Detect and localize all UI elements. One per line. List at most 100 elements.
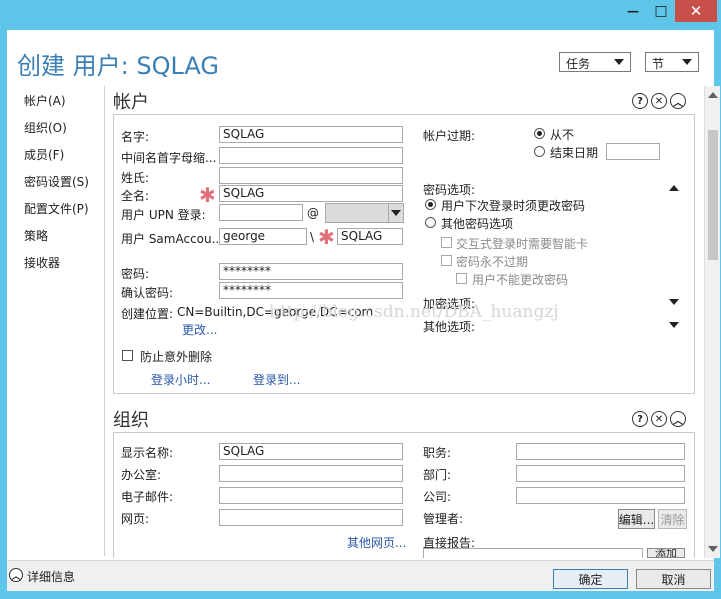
cancel-button[interactable]: 取消 xyxy=(636,569,711,589)
never-expire-label: 密码永不过期 xyxy=(456,255,529,269)
other-options-radio[interactable] xyxy=(425,217,436,228)
expires-never-label: 从不 xyxy=(550,128,575,142)
clear-manager-button[interactable]: 清除 xyxy=(658,509,687,529)
collapse-icon[interactable]: ︿ xyxy=(670,411,686,427)
window: — □ ✕ 创建 用户: SQLAG 任务 节 帐户(A) 组织(O) 成员(F… xyxy=(0,0,721,599)
add-direct-report-button[interactable]: 添加 xyxy=(647,548,685,558)
sam-label: 用户 SamAccou... xyxy=(121,232,224,246)
office-field[interactable] xyxy=(219,465,403,482)
password-field[interactable]: ******** xyxy=(219,263,403,280)
nav-item-policy[interactable]: 策略 xyxy=(24,227,48,244)
email-label: 电子邮件: xyxy=(121,490,174,504)
close-section-icon[interactable]: ✕ xyxy=(651,93,667,109)
webpage-label: 网页: xyxy=(121,512,150,526)
last-name-field[interactable] xyxy=(219,167,403,184)
maximize-button[interactable]: □ xyxy=(647,0,675,22)
cannot-change-checkbox[interactable] xyxy=(456,273,467,284)
sections-label: 节 xyxy=(652,57,665,71)
close-icon: ✕ xyxy=(689,2,703,20)
scroll-up-icon[interactable] xyxy=(708,92,718,98)
password-label: 密码: xyxy=(121,267,150,281)
last-name-label: 姓氏: xyxy=(121,171,150,185)
never-expire-checkbox[interactable] xyxy=(441,255,452,266)
scrollbar[interactable] xyxy=(704,86,720,558)
password-options-label: 密码选项: xyxy=(423,183,476,197)
protect-deletion-checkbox[interactable] xyxy=(122,350,133,361)
expand-arrow-icon[interactable] xyxy=(669,299,679,305)
chevron-down-icon xyxy=(614,59,624,65)
edit-manager-button[interactable]: 编辑... xyxy=(618,509,655,529)
create-location-label: 创建位置: xyxy=(121,307,174,321)
close-button[interactable]: ✕ xyxy=(675,0,717,22)
sam-name-field[interactable]: SQLAG xyxy=(337,228,403,245)
webpage-field[interactable] xyxy=(219,509,403,526)
office-label: 办公室: xyxy=(121,468,162,482)
initials-field[interactable] xyxy=(219,147,403,164)
nav-item-organization[interactable]: 组织(O) xyxy=(24,119,67,136)
page-title: 创建 用户: SQLAG xyxy=(17,52,219,80)
tasks-label: 任务 xyxy=(566,57,591,71)
must-change-radio[interactable] xyxy=(425,199,436,210)
first-name-field[interactable]: SQLAG xyxy=(219,126,403,143)
collapse-icon[interactable]: ︿ xyxy=(670,93,686,109)
ok-button[interactable]: 确定 xyxy=(553,569,628,589)
confirm-password-field[interactable]: ******** xyxy=(219,282,403,299)
full-name-label: 全名: xyxy=(121,189,150,203)
display-name-label: 显示名称: xyxy=(121,446,174,460)
smartcard-checkbox[interactable] xyxy=(441,237,452,248)
protect-deletion-label: 防止意外删除 xyxy=(140,350,213,364)
nav-item-password-settings[interactable]: 密码设置(S) xyxy=(24,173,89,190)
collapse-arrow-icon[interactable] xyxy=(669,185,679,191)
company-label: 公司: xyxy=(423,490,452,504)
nav-item-profile[interactable]: 配置文件(P) xyxy=(24,200,89,217)
nav-item-receiver[interactable]: 接收器 xyxy=(24,254,60,271)
job-title-field[interactable] xyxy=(516,443,685,460)
nav-item-member-of[interactable]: 成员(F) xyxy=(24,146,64,163)
backslash-label: \ xyxy=(310,230,315,244)
sections-dropdown[interactable]: 节 xyxy=(645,52,699,72)
logon-to-link[interactable]: 登录到... xyxy=(253,371,300,388)
expires-end-date-radio[interactable] xyxy=(534,146,545,157)
company-field[interactable] xyxy=(516,487,685,504)
help-icon[interactable]: ? xyxy=(632,411,648,427)
direct-reports-list[interactable] xyxy=(423,548,643,558)
display-name-field[interactable]: SQLAG xyxy=(219,443,403,460)
logon-hours-link[interactable]: 登录小时... xyxy=(151,371,210,388)
minimize-icon: — xyxy=(627,4,639,18)
full-name-field[interactable]: SQLAG xyxy=(219,185,403,202)
department-field[interactable] xyxy=(516,465,685,482)
upn-field[interactable] xyxy=(219,204,303,221)
close-section-icon[interactable]: ✕ xyxy=(651,411,667,427)
help-icon[interactable]: ? xyxy=(632,93,648,109)
dialog-client: 创建 用户: SQLAG 任务 节 帐户(A) 组织(O) 成员(F) 密码设置… xyxy=(7,30,720,591)
confirm-password-label: 确认密码: xyxy=(121,286,174,300)
watermark: http://blog.csdn.net/DBA_huangzj xyxy=(269,302,559,322)
sam-domain-field[interactable]: george xyxy=(219,228,307,245)
minimize-button[interactable]: — xyxy=(619,0,647,22)
initials-label: 中间名首字母缩... xyxy=(121,151,217,165)
expires-never-radio[interactable] xyxy=(534,128,545,139)
expand-details-icon[interactable]: ︿ xyxy=(9,568,23,582)
account-expires-label: 帐户过期: xyxy=(423,129,476,143)
department-label: 部门: xyxy=(423,468,452,482)
chevron-down-icon xyxy=(391,210,401,216)
nav-item-account[interactable]: 帐户(A) xyxy=(24,92,66,109)
scrollbar-thumb[interactable] xyxy=(708,130,718,260)
scroll-down-icon[interactable] xyxy=(708,546,718,552)
upn-suffix-arrow[interactable] xyxy=(388,204,403,222)
nav-divider xyxy=(104,86,105,556)
smartcard-label: 交互式登录时需要智能卡 xyxy=(456,237,589,251)
change-location-link[interactable]: 更改... xyxy=(182,321,217,338)
account-section-heading: 帐户 xyxy=(113,92,149,113)
details-label[interactable]: 详细信息 xyxy=(27,568,75,585)
end-date-field[interactable] xyxy=(606,143,660,160)
email-field[interactable] xyxy=(219,487,403,504)
other-options-label: 其他密码选项 xyxy=(441,217,514,231)
org-section-heading: 组织 xyxy=(113,410,149,431)
dialog-footer: ︿ 详细信息 确定 取消 xyxy=(7,560,714,591)
more-webpages-link[interactable]: 其他网页... xyxy=(347,534,406,551)
expand-arrow-icon[interactable] xyxy=(669,322,679,328)
tasks-dropdown[interactable]: 任务 xyxy=(559,52,631,72)
must-change-label: 用户下次登录时须更改密码 xyxy=(441,199,586,213)
job-title-label: 职务: xyxy=(423,446,452,460)
